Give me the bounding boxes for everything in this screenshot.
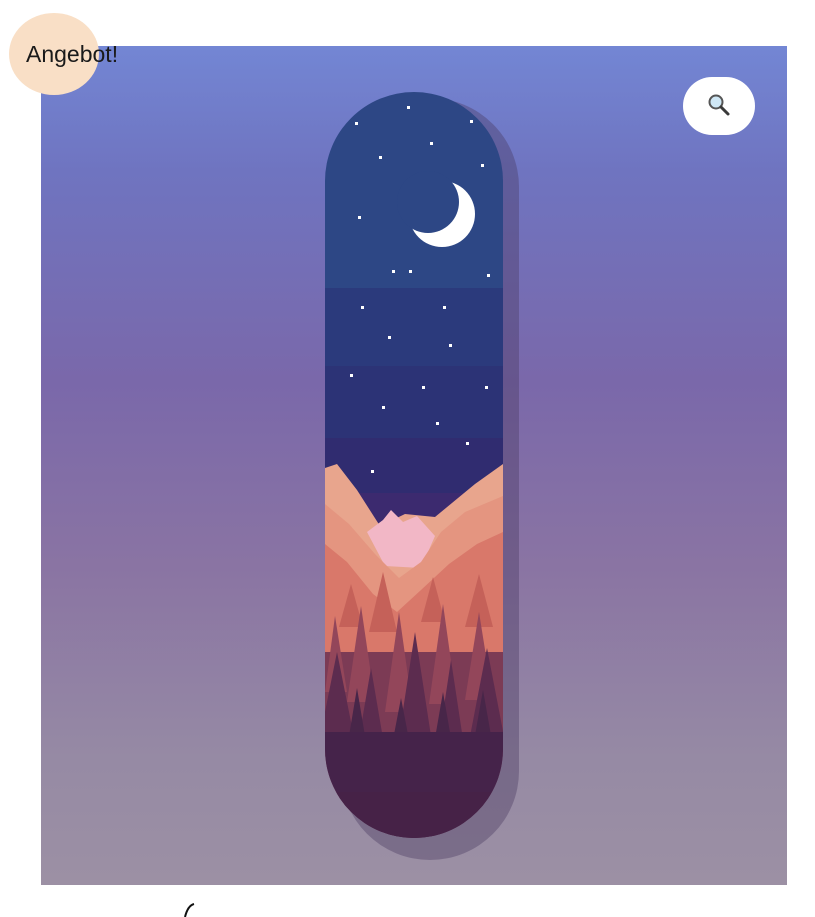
cut-off-heading-glyph [183,903,195,917]
sale-badge-label: Angebot! [26,40,119,67]
product-gallery: Angebot! [0,0,815,917]
product-image[interactable] [41,46,787,885]
skateboard-deck-artwork [325,92,503,838]
sale-badge: Angebot! [9,13,118,95]
magnifier-icon [706,92,732,121]
zoom-button[interactable] [683,77,755,135]
